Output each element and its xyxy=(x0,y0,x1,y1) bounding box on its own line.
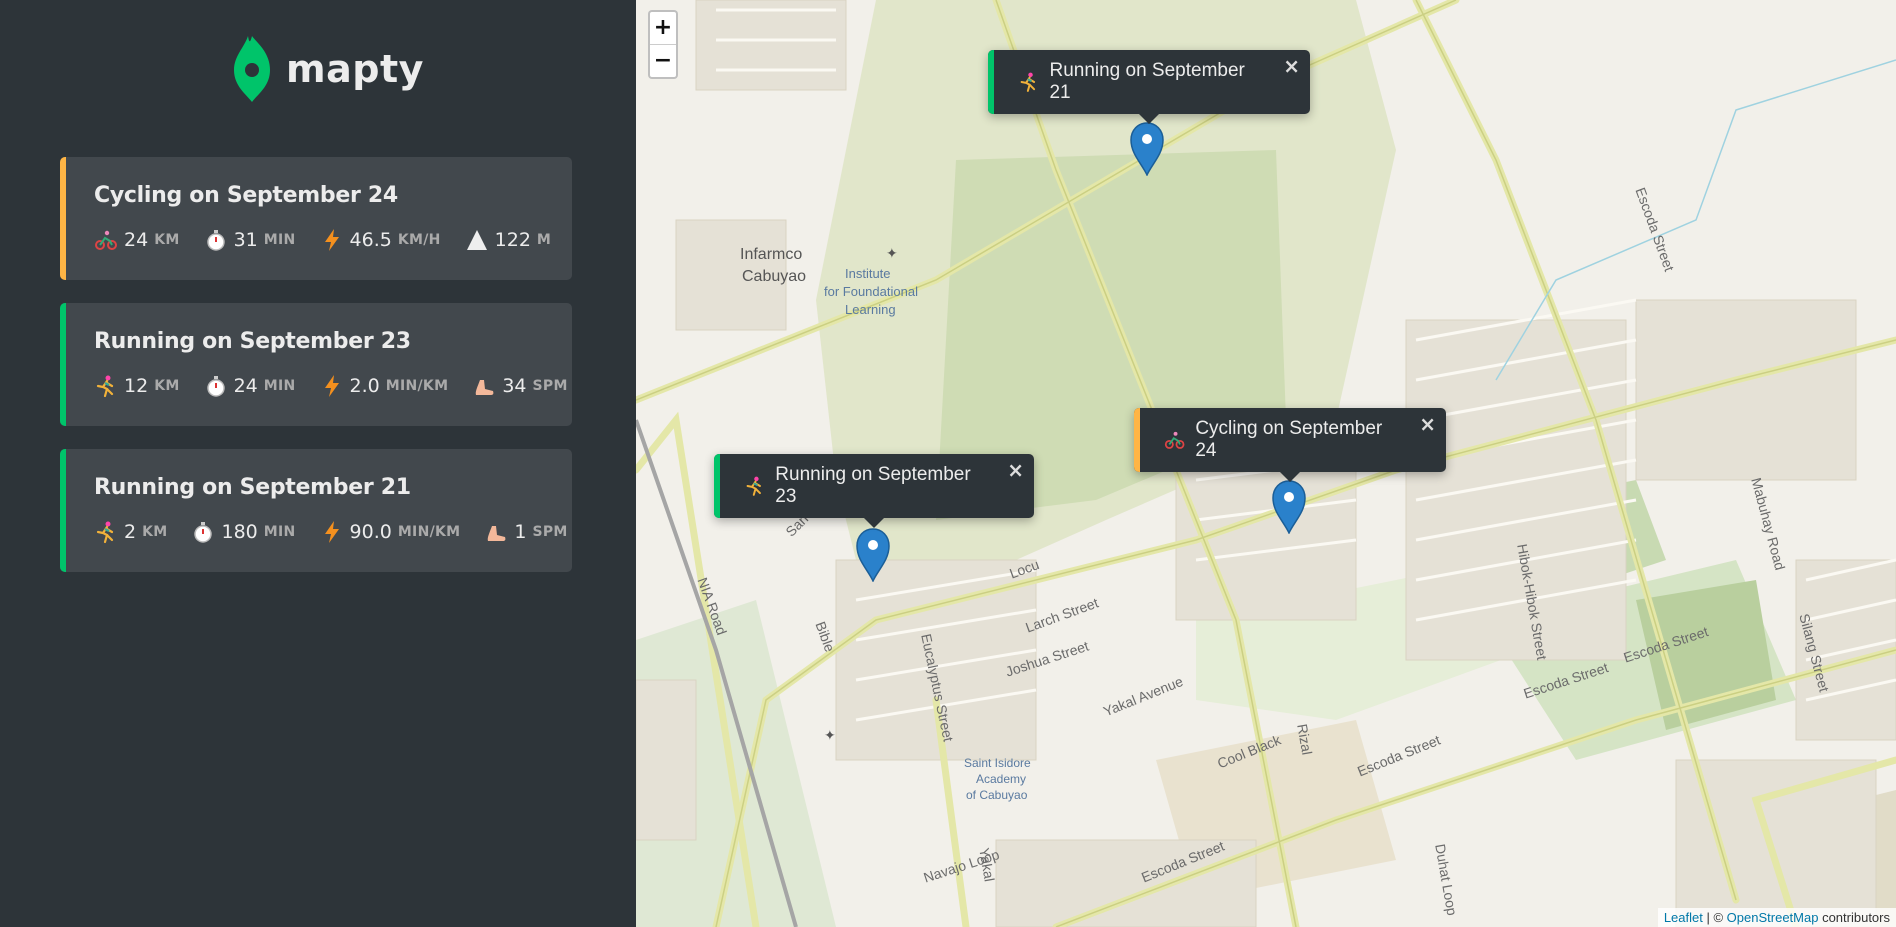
workout-details: 24 km 31 min 46.5 km/h 122 m xyxy=(94,228,572,252)
sidebar: mapty Cycling on September 24 24 km 31 m… xyxy=(0,0,636,927)
map-marker-icon[interactable] xyxy=(1130,122,1164,176)
zoom-control: + − xyxy=(648,10,678,79)
workout-detail-distance: 2 km xyxy=(94,520,167,544)
workout-popup-running[interactable]: Running on September 21 × xyxy=(988,50,1310,124)
workout-detail-duration: 24 min xyxy=(204,374,296,398)
popup-text: Running on September 23 xyxy=(775,464,971,507)
popup-text: Running on September 21 xyxy=(1049,60,1245,103)
cyclist-icon xyxy=(95,230,117,250)
osm-link[interactable]: OpenStreetMap xyxy=(1727,910,1819,925)
workout-details: 2 km 180 min 90.0 min/km 1 spm xyxy=(94,520,572,544)
stopwatch-icon xyxy=(206,376,225,397)
close-icon[interactable]: × xyxy=(1283,54,1300,78)
svg-text:✦: ✦ xyxy=(886,246,898,262)
workout-detail-cadence: 34 spm xyxy=(472,374,567,398)
close-icon[interactable]: × xyxy=(1007,458,1024,482)
workout-card-running[interactable]: Running on September 21 2 km 180 min 90.… xyxy=(60,449,572,572)
map-label: of Cabuyao xyxy=(966,788,1028,802)
map-label: Cabuyao xyxy=(742,268,807,285)
workout-detail-pace: 2.0 min/km xyxy=(320,374,449,398)
map[interactable]: ✦ ✦ Infarmco Cabuyao Institute for Found… xyxy=(636,0,1896,927)
workout-detail-pace: 90.0 min/km xyxy=(320,520,461,544)
runner-icon xyxy=(96,375,114,398)
map-label: Institute xyxy=(845,266,891,281)
mountain-icon xyxy=(466,230,487,250)
workout-card-running[interactable]: Running on September 23 12 km 24 min 2.0… xyxy=(60,303,572,426)
footprint-icon xyxy=(476,380,494,395)
workout-list: Cycling on September 24 24 km 31 min 46.… xyxy=(60,157,572,595)
svg-text:✦: ✦ xyxy=(824,728,836,744)
leaflet-link[interactable]: Leaflet xyxy=(1664,910,1703,925)
runner-icon xyxy=(96,521,114,544)
map-label: for Foundational xyxy=(824,284,918,299)
runner-icon xyxy=(1020,72,1036,92)
workout-detail-elevation: 122 m xyxy=(465,228,552,252)
popup-tip xyxy=(864,518,884,528)
workout-popup-cycling[interactable]: Cycling on September 24 × xyxy=(1134,408,1446,482)
map-label: Academy xyxy=(976,772,1027,786)
workout-title: Cycling on September 24 xyxy=(94,183,398,208)
workout-detail-duration: 31 min xyxy=(204,228,296,252)
workout-title: Running on September 23 xyxy=(94,329,411,354)
workout-popup-running[interactable]: Running on September 23 × xyxy=(714,454,1034,528)
workout-title: Running on September 21 xyxy=(94,475,411,500)
stopwatch-icon xyxy=(206,230,225,251)
lightning-icon xyxy=(324,229,339,251)
zoom-out-button[interactable]: − xyxy=(650,44,676,77)
workout-card-cycling[interactable]: Cycling on September 24 24 km 31 min 46.… xyxy=(60,157,572,280)
workout-detail-speed: 46.5 km/h xyxy=(320,228,441,252)
workout-detail-distance: 24 km xyxy=(94,228,180,252)
map-label: Infarmco xyxy=(740,246,803,263)
popup-tip xyxy=(1139,114,1159,124)
popup-text: Cycling on September 24 xyxy=(1195,418,1383,461)
workout-detail-distance: 12 km xyxy=(94,374,180,398)
footprint-icon xyxy=(488,526,506,541)
lightning-icon xyxy=(324,375,339,397)
popup-tip xyxy=(1280,472,1300,482)
workout-detail-duration: 180 min xyxy=(191,520,295,544)
workout-details: 12 km 24 min 2.0 min/km 34 spm xyxy=(94,374,572,398)
map-attribution: Leaflet | © OpenStreetMap contributors xyxy=(1657,908,1896,927)
map-label: Saint Isidore xyxy=(964,756,1031,770)
logo-text: mapty xyxy=(286,47,424,91)
close-icon[interactable]: × xyxy=(1419,412,1436,436)
map-marker-icon[interactable] xyxy=(856,528,890,582)
zoom-in-button[interactable]: + xyxy=(650,12,676,44)
map-label: Learning xyxy=(845,302,896,317)
cyclist-icon xyxy=(1164,431,1185,449)
logo: mapty xyxy=(232,34,424,104)
runner-icon xyxy=(746,476,761,496)
map-marker-icon[interactable] xyxy=(1272,480,1306,534)
map-pin-logo-icon xyxy=(234,36,270,102)
lightning-icon xyxy=(324,521,339,543)
stopwatch-icon xyxy=(194,522,213,543)
workout-detail-cadence: 1 spm xyxy=(484,520,567,544)
